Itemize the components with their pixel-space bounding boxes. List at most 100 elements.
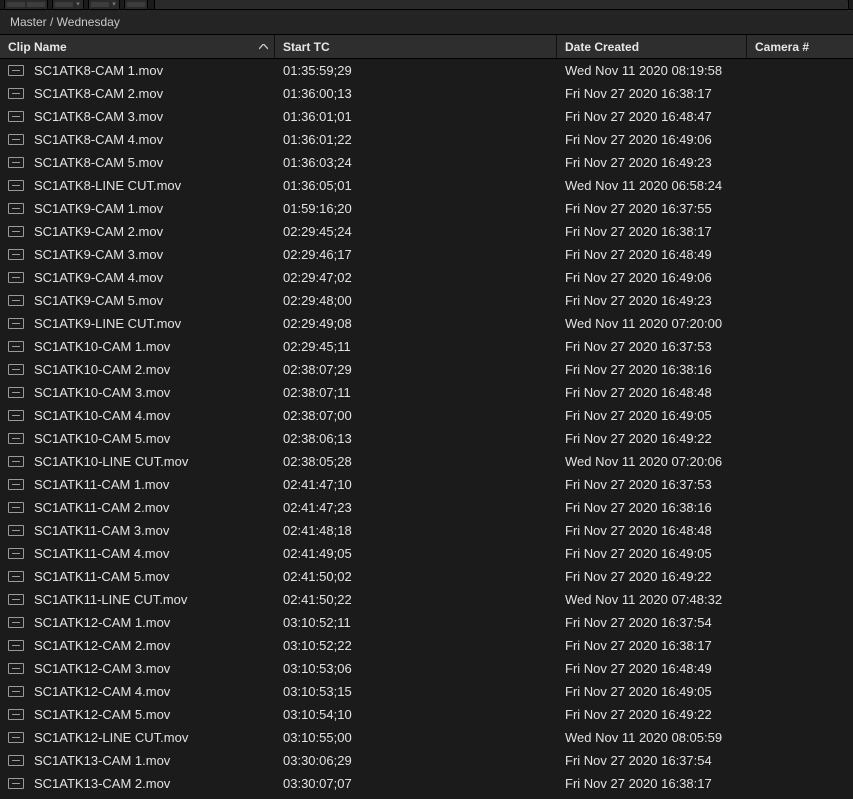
- column-header-start-tc[interactable]: Start TC: [275, 35, 557, 58]
- table-row[interactable]: SC1ATK13-CAM 2.mov03:30:07;07Fri Nov 27 …: [0, 772, 853, 795]
- table-row[interactable]: SC1ATK8-LINE CUT.mov01:36:05;01Wed Nov 1…: [0, 174, 853, 197]
- cell-clip-name[interactable]: SC1ATK8-CAM 5.mov: [0, 151, 275, 174]
- sort-dropdown[interactable]: [55, 2, 73, 7]
- column-header-date-created[interactable]: Date Created: [557, 35, 747, 58]
- cell-clip-name[interactable]: SC1ATK10-CAM 4.mov: [0, 404, 275, 427]
- cell-clip-name[interactable]: SC1ATK12-CAM 1.mov: [0, 611, 275, 634]
- cell-clip-name[interactable]: SC1ATK12-LINE CUT.mov: [0, 726, 275, 749]
- cell-clip-name[interactable]: SC1ATK9-LINE CUT.mov: [0, 312, 275, 335]
- cell-start-tc: 02:41:50;02: [275, 565, 557, 588]
- cell-start-tc: 02:41:49;05: [275, 542, 557, 565]
- cell-clip-name[interactable]: SC1ATK11-CAM 1.mov: [0, 473, 275, 496]
- cell-clip-name[interactable]: SC1ATK9-CAM 2.mov: [0, 220, 275, 243]
- cell-clip-name[interactable]: SC1ATK9-CAM 4.mov: [0, 266, 275, 289]
- cell-camera-number: [747, 680, 853, 703]
- table-row[interactable]: SC1ATK10-CAM 5.mov02:38:06;13Fri Nov 27 …: [0, 427, 853, 450]
- view-thumb-button[interactable]: [27, 2, 45, 7]
- cell-clip-name[interactable]: SC1ATK8-CAM 4.mov: [0, 128, 275, 151]
- cell-clip-name[interactable]: SC1ATK11-LINE CUT.mov: [0, 588, 275, 611]
- cell-clip-name[interactable]: SC1ATK9-CAM 5.mov: [0, 289, 275, 312]
- clip-name-text: SC1ATK11-CAM 5.mov: [34, 569, 169, 584]
- cell-clip-name[interactable]: SC1ATK13-CAM 1.mov: [0, 749, 275, 772]
- cell-clip-name[interactable]: SC1ATK10-CAM 1.mov: [0, 335, 275, 358]
- clip-icon: [8, 525, 24, 536]
- cell-start-tc: 02:38:06;13: [275, 427, 557, 450]
- table-row[interactable]: SC1ATK12-LINE CUT.mov03:10:55;00Wed Nov …: [0, 726, 853, 749]
- clip-icon: [8, 134, 24, 145]
- cell-clip-name[interactable]: SC1ATK12-CAM 3.mov: [0, 657, 275, 680]
- cell-clip-name[interactable]: SC1ATK9-CAM 1.mov: [0, 197, 275, 220]
- cell-camera-number: [747, 312, 853, 335]
- table-row[interactable]: SC1ATK11-LINE CUT.mov02:41:50;22Wed Nov …: [0, 588, 853, 611]
- table-row[interactable]: SC1ATK9-CAM 3.mov02:29:46;17Fri Nov 27 2…: [0, 243, 853, 266]
- cell-clip-name[interactable]: SC1ATK9-CAM 3.mov: [0, 243, 275, 266]
- filter-button[interactable]: [91, 2, 109, 7]
- table-row[interactable]: SC1ATK10-CAM 4.mov02:38:07;00Fri Nov 27 …: [0, 404, 853, 427]
- search-field[interactable]: [154, 0, 849, 9]
- clip-name-text: SC1ATK8-LINE CUT.mov: [34, 178, 181, 193]
- table-row[interactable]: SC1ATK12-CAM 4.mov03:10:53;15Fri Nov 27 …: [0, 680, 853, 703]
- clip-icon: [8, 571, 24, 582]
- table-row[interactable]: SC1ATK12-CAM 2.mov03:10:52;22Fri Nov 27 …: [0, 634, 853, 657]
- cell-clip-name[interactable]: SC1ATK10-CAM 3.mov: [0, 381, 275, 404]
- clip-icon: [8, 410, 24, 421]
- cell-start-tc: 02:29:45;24: [275, 220, 557, 243]
- toolbar-group-extra[interactable]: [124, 0, 148, 9]
- cell-clip-name[interactable]: SC1ATK11-CAM 5.mov: [0, 565, 275, 588]
- table-row[interactable]: SC1ATK10-CAM 1.mov02:29:45;11Fri Nov 27 …: [0, 335, 853, 358]
- table-row[interactable]: SC1ATK8-CAM 2.mov01:36:00;13Fri Nov 27 2…: [0, 82, 853, 105]
- cell-clip-name[interactable]: SC1ATK12-CAM 5.mov: [0, 703, 275, 726]
- cell-clip-name[interactable]: SC1ATK12-CAM 2.mov: [0, 634, 275, 657]
- cell-clip-name[interactable]: SC1ATK8-LINE CUT.mov: [0, 174, 275, 197]
- cell-clip-name[interactable]: SC1ATK10-LINE CUT.mov: [0, 450, 275, 473]
- cell-camera-number: [747, 519, 853, 542]
- table-row[interactable]: SC1ATK11-CAM 1.mov02:41:47;10Fri Nov 27 …: [0, 473, 853, 496]
- table-row[interactable]: SC1ATK11-CAM 5.mov02:41:50;02Fri Nov 27 …: [0, 565, 853, 588]
- table-row[interactable]: SC1ATK9-LINE CUT.mov02:29:49;08Wed Nov 1…: [0, 312, 853, 335]
- table-row[interactable]: SC1ATK12-CAM 3.mov03:10:53;06Fri Nov 27 …: [0, 657, 853, 680]
- breadcrumb[interactable]: Master / Wednesday: [0, 10, 853, 35]
- cell-date-created: Fri Nov 27 2020 16:48:49: [557, 243, 747, 266]
- table-row[interactable]: SC1ATK8-CAM 1.mov01:35:59;29Wed Nov 11 2…: [0, 59, 853, 82]
- column-header-clip-name[interactable]: Clip Name: [0, 35, 275, 58]
- cell-clip-name[interactable]: SC1ATK11-CAM 4.mov: [0, 542, 275, 565]
- cell-clip-name[interactable]: SC1ATK10-CAM 5.mov: [0, 427, 275, 450]
- clip-list[interactable]: SC1ATK8-CAM 1.mov01:35:59;29Wed Nov 11 2…: [0, 59, 853, 799]
- column-header-camera-number[interactable]: Camera #: [747, 35, 853, 58]
- cell-date-created: Wed Nov 11 2020 08:19:58: [557, 59, 747, 82]
- table-row[interactable]: SC1ATK8-CAM 3.mov01:36:01;01Fri Nov 27 2…: [0, 105, 853, 128]
- table-row[interactable]: SC1ATK9-CAM 4.mov02:29:47;02Fri Nov 27 2…: [0, 266, 853, 289]
- table-row[interactable]: SC1ATK11-CAM 3.mov02:41:48;18Fri Nov 27 …: [0, 519, 853, 542]
- cell-clip-name[interactable]: SC1ATK13-CAM 2.mov: [0, 772, 275, 795]
- cell-clip-name[interactable]: SC1ATK8-CAM 3.mov: [0, 105, 275, 128]
- table-row[interactable]: SC1ATK13-CAM 1.mov03:30:06;29Fri Nov 27 …: [0, 749, 853, 772]
- cell-clip-name[interactable]: SC1ATK10-CAM 2.mov: [0, 358, 275, 381]
- table-row[interactable]: SC1ATK11-CAM 2.mov02:41:47;23Fri Nov 27 …: [0, 496, 853, 519]
- cell-start-tc: 01:36:01;22: [275, 128, 557, 151]
- cell-clip-name[interactable]: SC1ATK8-CAM 1.mov: [0, 59, 275, 82]
- table-row[interactable]: SC1ATK8-CAM 5.mov01:36:03;24Fri Nov 27 2…: [0, 151, 853, 174]
- table-row[interactable]: SC1ATK12-CAM 5.mov03:10:54;10Fri Nov 27 …: [0, 703, 853, 726]
- table-row[interactable]: SC1ATK11-CAM 4.mov02:41:49;05Fri Nov 27 …: [0, 542, 853, 565]
- table-row[interactable]: SC1ATK10-CAM 3.mov02:38:07;11Fri Nov 27 …: [0, 381, 853, 404]
- table-row[interactable]: SC1ATK8-CAM 4.mov01:36:01;22Fri Nov 27 2…: [0, 128, 853, 151]
- view-list-button[interactable]: [7, 2, 25, 7]
- toolbar-group-view[interactable]: [4, 0, 48, 9]
- cell-clip-name[interactable]: SC1ATK11-CAM 3.mov: [0, 519, 275, 542]
- cell-clip-name[interactable]: SC1ATK11-CAM 2.mov: [0, 496, 275, 519]
- extra-button[interactable]: [127, 2, 145, 7]
- table-row[interactable]: SC1ATK12-CAM 1.mov03:10:52;11Fri Nov 27 …: [0, 611, 853, 634]
- cell-date-created: Fri Nov 27 2020 16:48:48: [557, 519, 747, 542]
- cell-clip-name[interactable]: SC1ATK12-CAM 4.mov: [0, 680, 275, 703]
- clip-icon: [8, 203, 24, 214]
- table-row[interactable]: SC1ATK9-CAM 5.mov02:29:48;00Fri Nov 27 2…: [0, 289, 853, 312]
- toolbar-group-sort[interactable]: ▾: [52, 0, 84, 9]
- table-row[interactable]: SC1ATK10-LINE CUT.mov02:38:05;28Wed Nov …: [0, 450, 853, 473]
- table-row[interactable]: SC1ATK9-CAM 1.mov01:59:16;20Fri Nov 27 2…: [0, 197, 853, 220]
- cell-date-created: Fri Nov 27 2020 16:37:53: [557, 473, 747, 496]
- table-row[interactable]: SC1ATK10-CAM 2.mov02:38:07;29Fri Nov 27 …: [0, 358, 853, 381]
- toolbar-group-filter[interactable]: ▾: [88, 0, 120, 9]
- cell-clip-name[interactable]: SC1ATK8-CAM 2.mov: [0, 82, 275, 105]
- cell-camera-number: [747, 197, 853, 220]
- table-row[interactable]: SC1ATK9-CAM 2.mov02:29:45;24Fri Nov 27 2…: [0, 220, 853, 243]
